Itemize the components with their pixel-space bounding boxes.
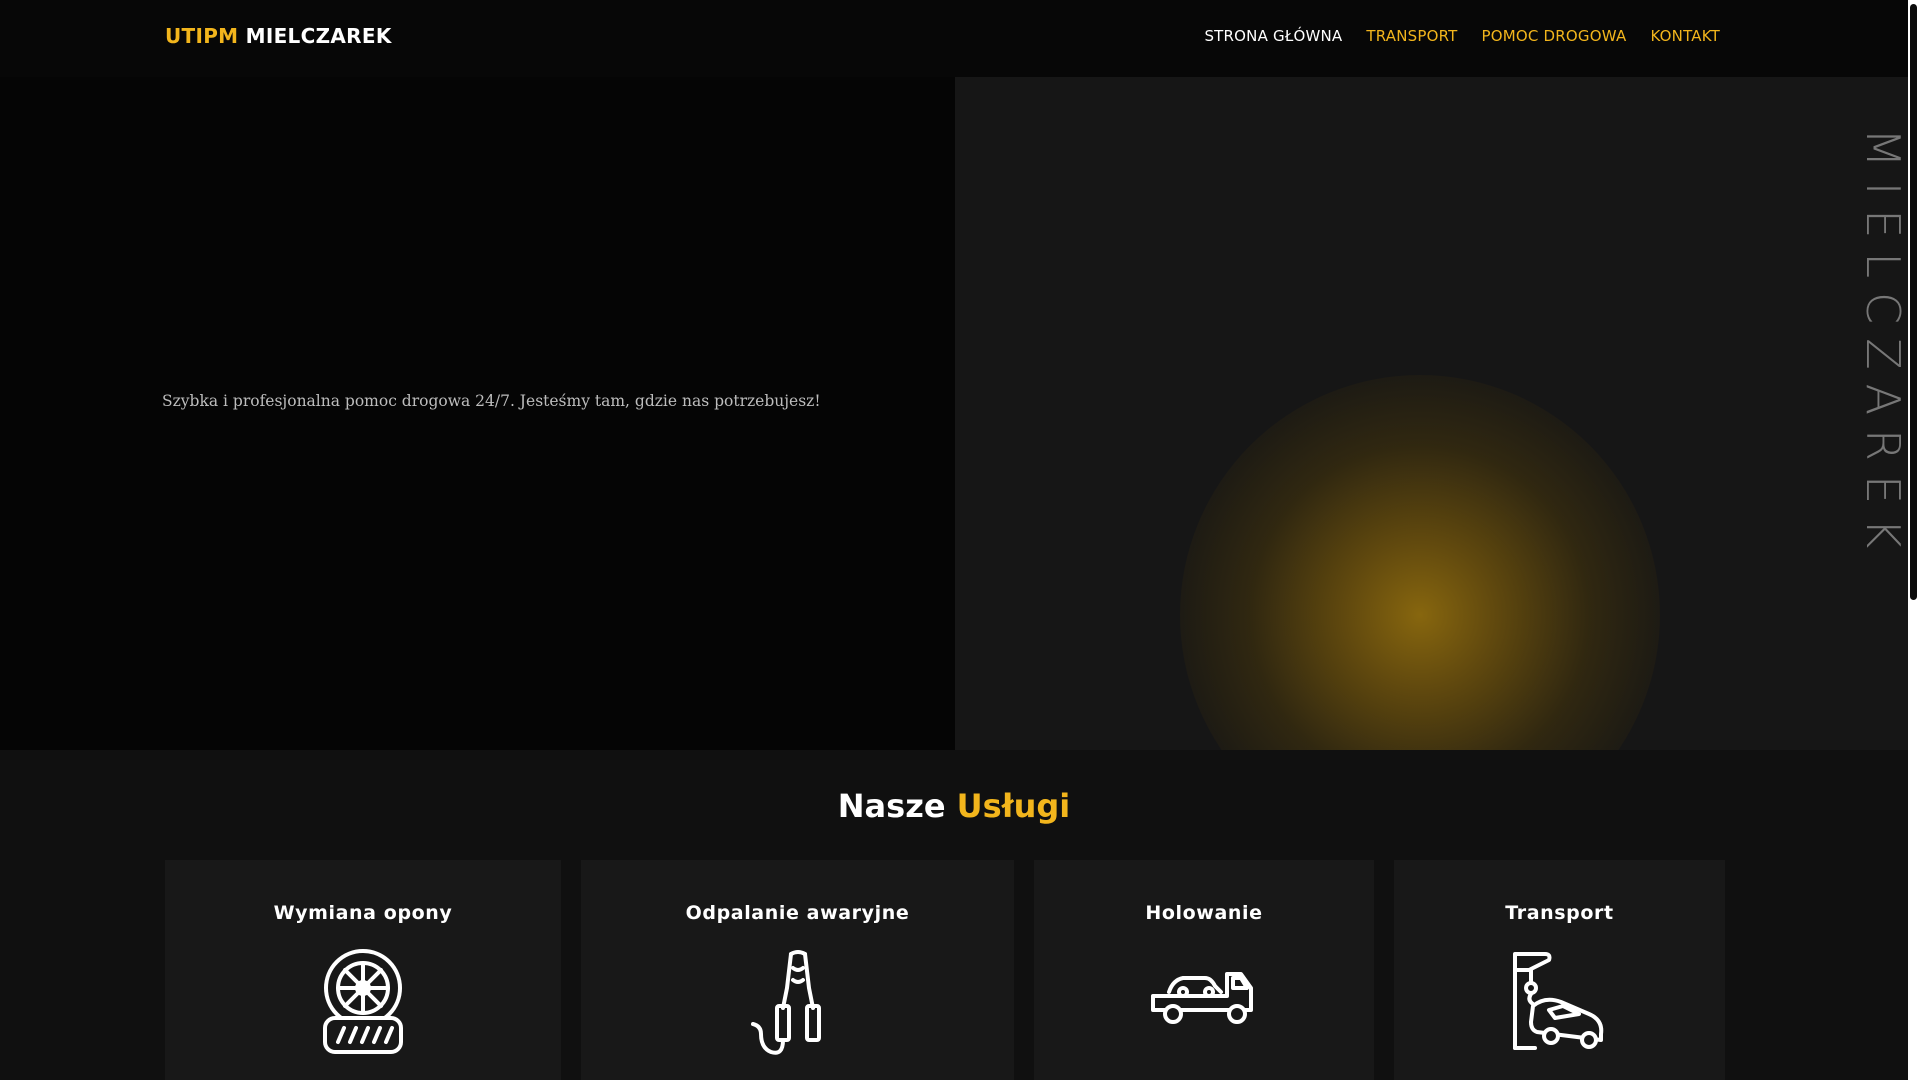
hero-tagline: Szybka i profesjonalna pomoc drogowa 24/… bbox=[162, 392, 821, 410]
service-card-towing[interactable]: Holowanie bbox=[1034, 860, 1374, 1080]
nav-menu: STRONA GŁÓWNA TRANSPORT POMOC DROGOWA KO… bbox=[1204, 27, 1720, 45]
nav-link-contact[interactable]: KONTAKT bbox=[1650, 27, 1720, 45]
hero-image-panel bbox=[955, 77, 1908, 750]
scrollbar[interactable] bbox=[1908, 0, 1920, 1080]
crane-car-icon bbox=[1505, 948, 1615, 1058]
brand-name: MIELCZAREK bbox=[245, 24, 392, 48]
hero-glow bbox=[1180, 375, 1660, 750]
brand-logo[interactable]: UTIPM MIELCZAREK bbox=[165, 24, 392, 48]
tow-truck-icon bbox=[1149, 948, 1259, 1058]
nav-link-roadside-assistance[interactable]: POMOC DROGOWA bbox=[1482, 27, 1627, 45]
service-card-title: Odpalanie awaryjne bbox=[685, 902, 910, 924]
nav-link-transport[interactable]: TRANSPORT bbox=[1366, 27, 1457, 45]
service-card-title: Holowanie bbox=[1145, 902, 1263, 924]
service-card-title: Wymiana opony bbox=[273, 902, 453, 924]
service-card-jump-start[interactable]: Odpalanie awaryjne bbox=[581, 860, 1014, 1080]
service-card-tire-change[interactable]: Wymiana opony bbox=[165, 860, 561, 1080]
services-title-white: Nasze bbox=[837, 787, 946, 825]
service-card-transport[interactable]: Transport bbox=[1394, 860, 1725, 1080]
services-title: Nasze Usługi bbox=[0, 787, 1908, 825]
navbar: UTIPM MIELCZAREK STRONA GŁÓWNA TRANSPORT… bbox=[0, 0, 1908, 77]
services-title-yellow: Usługi bbox=[956, 787, 1071, 825]
hero-vertical-word: MIELCZAREK bbox=[1856, 128, 1910, 563]
services-section: Nasze Usługi Wymiana opony Odpalanie awa… bbox=[0, 750, 1908, 1080]
scrollbar-thumb[interactable] bbox=[1910, 4, 1917, 600]
nav-link-home[interactable]: STRONA GŁÓWNA bbox=[1204, 27, 1342, 45]
tire-icon bbox=[308, 948, 418, 1058]
service-card-title: Transport bbox=[1505, 902, 1614, 924]
jumper-cables-icon bbox=[743, 948, 853, 1058]
page: UTIPM MIELCZAREK STRONA GŁÓWNA TRANSPORT… bbox=[0, 0, 1920, 1080]
brand-accent: UTIPM bbox=[165, 24, 239, 48]
hero-text-panel: Szybka i profesjonalna pomoc drogowa 24/… bbox=[0, 77, 955, 750]
